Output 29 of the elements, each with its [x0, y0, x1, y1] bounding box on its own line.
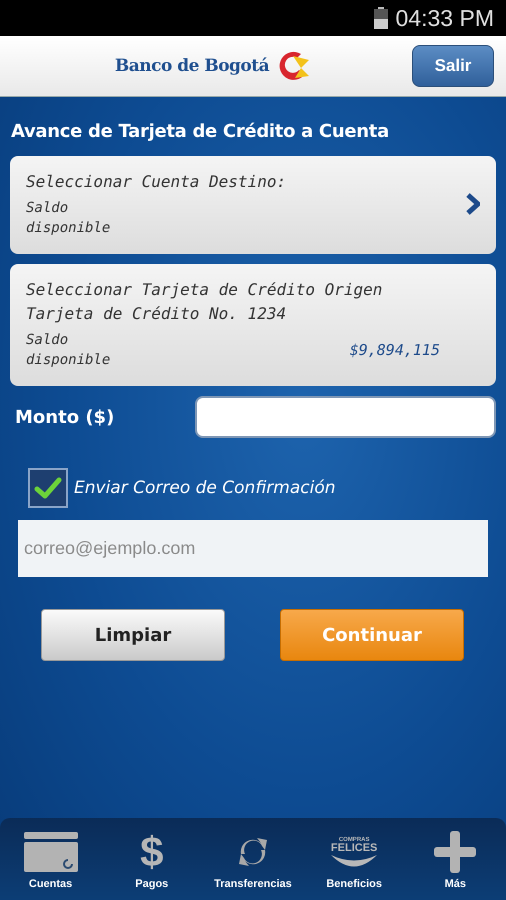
checkbox-label: Enviar Correo de Confirmación	[74, 478, 336, 498]
logo-text: FELICES	[330, 842, 378, 854]
status-time: 04:33 PM	[396, 4, 494, 32]
card-icon	[24, 832, 78, 872]
nav-tab[interactable]: $ Pagos	[104, 830, 200, 890]
balance-label: Saldo disponible	[26, 199, 112, 238]
amount-label: Monto ($)	[15, 406, 116, 428]
selector-card[interactable]: Seleccionar Cuenta Destino: Saldo disponible	[10, 156, 496, 254]
dollar-icon: $	[140, 830, 164, 874]
nav-tab[interactable]: Más	[407, 830, 504, 890]
smile-icon	[330, 854, 378, 868]
nav-tab[interactable]: Cuentas	[2, 830, 99, 890]
plus-icon	[434, 831, 476, 873]
confirmation-checkbox[interactable]	[28, 468, 68, 508]
chevron-right-icon	[466, 193, 480, 215]
amount-field[interactable]	[195, 396, 496, 438]
battery-icon	[374, 7, 388, 29]
selector-label: Seleccionar Cuenta Destino:	[26, 171, 288, 193]
checkmark-icon	[34, 476, 62, 500]
email-field[interactable]: correo@ejemplo.com	[18, 520, 488, 577]
balance-amount: $9,894,115	[350, 341, 440, 359]
nav-tab[interactable]: Transferencias	[204, 830, 301, 890]
page-title: Avance de Tarjeta de Crédito a Cuenta	[11, 121, 390, 142]
logout-button[interactable]: Salir	[412, 45, 494, 87]
brand-name: Banco de Bogotá	[114, 56, 270, 76]
balance-label: Saldo disponible	[26, 331, 112, 370]
clear-button[interactable]: Limpiar	[41, 609, 225, 661]
selector-label: Seleccionar Tarjeta de Crédito Origen Tarjeta de Crédito No. 1234	[26, 279, 384, 325]
selector-card[interactable]: Seleccionar Tarjeta de Crédito Origen Tarjeta de Crédito No. 1234 Saldo disponible $9,894,115	[10, 264, 496, 386]
